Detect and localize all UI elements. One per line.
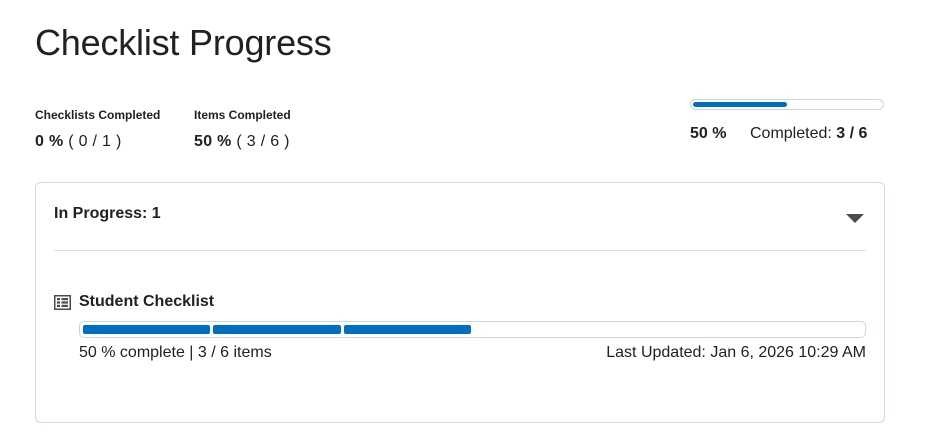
items-completed-label: Items Completed	[194, 108, 291, 122]
caret-down-icon[interactable]	[846, 214, 864, 223]
overall-completed-value: 3 / 6	[836, 125, 868, 142]
checklist-progress-text: 50 % complete | 3 / 6 items	[79, 344, 272, 361]
overall-progress-count: Completed: 3 / 6	[750, 120, 884, 148]
overall-progress-fill	[693, 102, 787, 107]
items-completed-value: 50 % ( 3 / 6 )	[194, 133, 291, 151]
in-progress-heading: In Progress: 1	[54, 205, 161, 222]
checklist-item: Student Checklist 50 % complete | 3 / 6 …	[54, 293, 866, 361]
overall-completed-label: Completed:	[750, 125, 832, 142]
checklists-completed-fraction: ( 0 / 1 )	[68, 133, 122, 150]
items-completed-percent: 50 %	[194, 133, 232, 150]
items-completed-fraction: ( 3 / 6 )	[236, 133, 290, 150]
checklist-last-updated: Last Updated: Jan 6, 2026 10:29 AM	[606, 344, 866, 361]
items-completed-stat: Items Completed 50 % ( 3 / 6 )	[194, 108, 291, 151]
progress-segment	[213, 325, 341, 334]
in-progress-panel: In Progress: 1 Student Checklist 50 % co…	[35, 182, 885, 423]
checklist-icon	[54, 294, 71, 310]
page-title: Checklist Progress	[35, 22, 332, 63]
checklist-title-row[interactable]: Student Checklist	[54, 293, 866, 311]
progress-segment	[83, 325, 211, 334]
in-progress-panel-header[interactable]: In Progress: 1	[54, 205, 866, 251]
progress-segment	[343, 325, 471, 334]
checklists-completed-value: 0 % ( 0 / 1 )	[35, 133, 160, 151]
checklists-completed-label: Checklists Completed	[35, 108, 161, 122]
checklist-name[interactable]: Student Checklist	[79, 293, 214, 311]
checklists-completed-stat: Checklists Completed 0 % ( 0 / 1 )	[35, 108, 160, 151]
overall-progress-percent: 50 %	[690, 125, 727, 142]
overall-progress-meter	[690, 99, 884, 110]
checklist-progress-meter	[79, 321, 866, 338]
checklists-completed-percent: 0 %	[35, 133, 64, 150]
